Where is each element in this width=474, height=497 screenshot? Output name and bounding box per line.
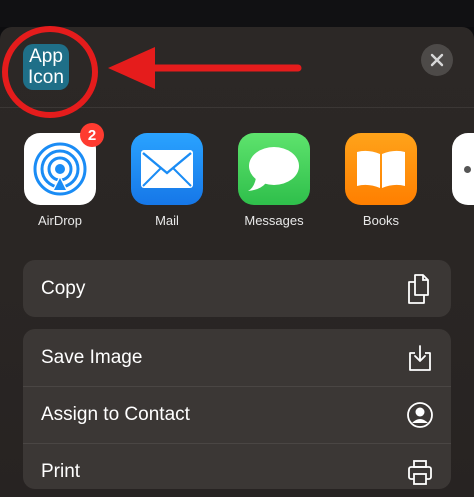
close-icon	[430, 53, 444, 67]
save-image-row[interactable]: Save Image	[23, 329, 451, 386]
more-dot-icon	[464, 165, 471, 173]
save-image-label: Save Image	[41, 346, 143, 368]
annotation-arrow	[108, 47, 302, 89]
print-label: Print	[41, 461, 81, 482]
close-button[interactable]	[421, 44, 453, 76]
share-app-more[interactable]	[452, 133, 474, 205]
dimmed-background	[0, 0, 474, 27]
share-app-label: AirDrop	[37, 213, 83, 228]
print-row[interactable]: Print	[23, 443, 451, 489]
contact-icon	[405, 400, 435, 430]
messages-tile	[238, 133, 310, 205]
share-app-label: Messages	[244, 213, 304, 228]
copy-label: Copy	[41, 277, 86, 299]
books-tile	[345, 133, 417, 205]
save-icon	[405, 343, 435, 373]
share-app-mail[interactable]: Mail	[129, 133, 205, 228]
copy-group: Copy	[23, 260, 451, 317]
share-app-messages[interactable]: Messages	[236, 133, 312, 228]
annotation-circle	[2, 26, 98, 118]
share-app-airdrop[interactable]: 2 AirDrop	[22, 123, 104, 228]
notification-badge: 2	[80, 123, 104, 147]
assign-to-contact-row[interactable]: Assign to Contact	[23, 386, 451, 443]
share-app-label: Mail	[155, 213, 179, 228]
messages-icon	[248, 147, 299, 191]
books-icon	[357, 150, 405, 188]
copy-icon	[405, 273, 435, 304]
airdrop-tile: 2	[24, 123, 104, 205]
airdrop-icon	[33, 142, 87, 196]
assign-to-contact-label: Assign to Contact	[41, 404, 190, 425]
mail-tile	[131, 133, 203, 205]
share-app-label: Books	[362, 213, 400, 228]
print-icon	[405, 457, 435, 487]
share-app-books[interactable]: Books	[343, 133, 419, 228]
actions-group: Save Image Assign to Contact Print	[23, 329, 451, 489]
copy-row[interactable]: Copy	[23, 260, 451, 317]
mail-icon	[141, 150, 193, 188]
